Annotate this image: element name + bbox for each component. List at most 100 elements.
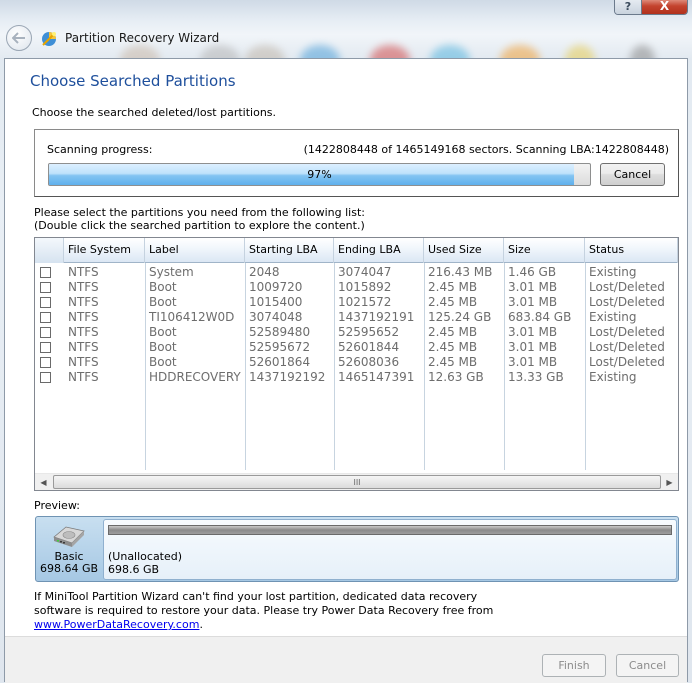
cell-file-system: NTFS bbox=[68, 355, 99, 369]
close-icon: X bbox=[659, 0, 670, 13]
cell-label: Boot bbox=[149, 280, 177, 294]
close-button[interactable]: X bbox=[642, 0, 687, 14]
cell-ending-lba: 1015892 bbox=[338, 280, 392, 294]
instruction-line-1: Please select the partitions you need fr… bbox=[34, 206, 365, 219]
table-row[interactable]: NTFS Boot 52595672 52601844 2.45 MB 3.01 MB Lo… bbox=[35, 340, 678, 355]
help-button[interactable]: ? bbox=[615, 0, 642, 14]
cancel-scan-button[interactable]: Cancel bbox=[600, 163, 665, 186]
cell-size: 13.33 GB bbox=[508, 370, 564, 384]
column-header-status[interactable]: Status bbox=[585, 238, 678, 263]
disk-tile[interactable]: Basic 698.64 GB bbox=[36, 517, 102, 581]
cell-select bbox=[35, 310, 64, 325]
row-checkbox[interactable] bbox=[40, 342, 51, 353]
cell-status: Existing bbox=[589, 310, 637, 324]
scrollbar-thumb[interactable]: III bbox=[53, 475, 661, 489]
wizard-footer: Finish Cancel bbox=[5, 636, 687, 683]
column-header-size[interactable]: Size bbox=[504, 238, 585, 263]
column-header-select[interactable] bbox=[35, 238, 64, 263]
power-data-recovery-link[interactable]: www.PowerDataRecovery.com bbox=[34, 618, 199, 631]
table-header: File System Label Starting LBA Ending LB… bbox=[35, 238, 678, 263]
column-header-file-system[interactable]: File System bbox=[64, 238, 145, 263]
wizard-panel: Choose Searched Partitions Choose the se… bbox=[4, 58, 688, 683]
cell-status: Lost/Deleted bbox=[589, 355, 665, 369]
partition-tile-unallocated[interactable]: (Unallocated) 698.6 GB bbox=[103, 519, 677, 580]
row-checkbox[interactable] bbox=[40, 282, 51, 293]
table-row[interactable]: NTFS System 2048 3074047 216.43 MB 1.46 GB Exi… bbox=[35, 265, 678, 280]
cell-label: HDDRECOVERY bbox=[149, 370, 241, 384]
table-row[interactable]: NTFS HDDRECOVERY 1437192192 1465147391 12.63… bbox=[35, 370, 678, 385]
note-line-1: If MiniTool Partition Wizard can't find … bbox=[34, 590, 478, 603]
scroll-right-button[interactable]: ▶ bbox=[661, 474, 678, 490]
cell-ending-lba: 52595652 bbox=[338, 325, 400, 339]
row-checkbox[interactable] bbox=[40, 312, 51, 323]
scan-progress-detail: (1422808448 of 1465149168 sectors. Scann… bbox=[303, 143, 669, 156]
finish-button[interactable]: Finish bbox=[542, 654, 606, 677]
note-line-2: software is required to restore your dat… bbox=[34, 604, 494, 617]
cell-file-system: NTFS bbox=[68, 310, 99, 324]
cell-used-size: 12.63 GB bbox=[428, 370, 484, 384]
page-title: Choose Searched Partitions bbox=[30, 72, 236, 90]
table-row[interactable]: NTFS Boot 1009720 1015892 2.45 MB 3.01 MB Lost… bbox=[35, 280, 678, 295]
cell-file-system: NTFS bbox=[68, 325, 99, 339]
instruction-line-2: (Double click the searched partition to … bbox=[34, 219, 365, 232]
cell-ending-lba: 52601844 bbox=[338, 340, 400, 354]
cell-size: 683.84 GB bbox=[508, 310, 572, 324]
cell-used-size: 2.45 MB bbox=[428, 340, 478, 354]
table-row[interactable]: NTFS Boot 52601864 52608036 2.45 MB 3.01 MB Lo… bbox=[35, 355, 678, 370]
cell-size: 3.01 MB bbox=[508, 295, 558, 309]
row-checkbox[interactable] bbox=[40, 297, 51, 308]
row-checkbox[interactable] bbox=[40, 357, 51, 368]
list-instructions: Please select the partitions you need fr… bbox=[34, 206, 365, 232]
back-button[interactable] bbox=[6, 25, 32, 51]
cell-starting-lba: 52595672 bbox=[249, 340, 311, 354]
partition-size: 698.6 GB bbox=[108, 563, 160, 576]
cell-ending-lba: 1437192191 bbox=[338, 310, 415, 324]
cell-starting-lba: 52601864 bbox=[249, 355, 311, 369]
window-controls: ? X bbox=[614, 0, 688, 15]
back-arrow-icon bbox=[12, 32, 25, 44]
cell-select bbox=[35, 295, 64, 310]
scrollbar-grip-icon: III bbox=[353, 477, 361, 487]
horizontal-scrollbar[interactable]: ◀ III ▶ bbox=[35, 473, 678, 490]
table-row[interactable]: NTFS Boot 52589480 52595652 2.45 MB 3.01 MB Lo… bbox=[35, 325, 678, 340]
table-body: NTFS System 2048 3074047 216.43 MB 1.46 GB Exi… bbox=[35, 265, 678, 385]
note-period: . bbox=[199, 618, 203, 631]
cell-starting-lba: 3074048 bbox=[249, 310, 303, 324]
scroll-left-icon: ◀ bbox=[40, 478, 47, 487]
scroll-right-icon: ▶ bbox=[666, 478, 673, 487]
table-row[interactable]: NTFS TI106412W0D 3074048 1437192191 125.24 G… bbox=[35, 310, 678, 325]
cell-label: TI106412W0D bbox=[149, 310, 235, 324]
cell-size: 3.01 MB bbox=[508, 340, 558, 354]
cell-starting-lba: 52589480 bbox=[249, 325, 311, 339]
cell-ending-lba: 52608036 bbox=[338, 355, 400, 369]
cell-file-system: NTFS bbox=[68, 280, 99, 294]
cell-select bbox=[35, 265, 64, 280]
cell-ending-lba: 1465147391 bbox=[338, 370, 415, 384]
row-checkbox[interactable] bbox=[40, 372, 51, 383]
cell-select bbox=[35, 280, 64, 295]
recovery-note: If MiniTool Partition Wizard can't find … bbox=[34, 590, 594, 632]
cell-size: 1.46 GB bbox=[508, 265, 557, 279]
scroll-left-button[interactable]: ◀ bbox=[35, 474, 52, 490]
cell-used-size: 2.45 MB bbox=[428, 325, 478, 339]
row-checkbox[interactable] bbox=[40, 327, 51, 338]
cell-size: 3.01 MB bbox=[508, 325, 558, 339]
cell-used-size: 2.45 MB bbox=[428, 280, 478, 294]
row-checkbox[interactable] bbox=[40, 267, 51, 278]
column-header-label[interactable]: Label bbox=[145, 238, 245, 263]
cell-status: Lost/Deleted bbox=[589, 325, 665, 339]
cell-status: Existing bbox=[589, 370, 637, 384]
cell-used-size: 2.45 MB bbox=[428, 355, 478, 369]
column-header-used-size[interactable]: Used Size bbox=[424, 238, 504, 263]
cell-status: Existing bbox=[589, 265, 637, 279]
table-row[interactable]: NTFS Boot 1015400 1021572 2.45 MB 3.01 MB Lost… bbox=[35, 295, 678, 310]
cell-status: Lost/Deleted bbox=[589, 295, 665, 309]
cell-label: Boot bbox=[149, 325, 177, 339]
cell-select bbox=[35, 355, 64, 370]
cell-status: Lost/Deleted bbox=[589, 280, 665, 294]
cancel-button[interactable]: Cancel bbox=[616, 654, 679, 677]
cell-select bbox=[35, 370, 64, 385]
cell-used-size: 216.43 MB bbox=[428, 265, 493, 279]
column-header-ending-lba[interactable]: Ending LBA bbox=[334, 238, 424, 263]
column-header-starting-lba[interactable]: Starting LBA bbox=[245, 238, 334, 263]
